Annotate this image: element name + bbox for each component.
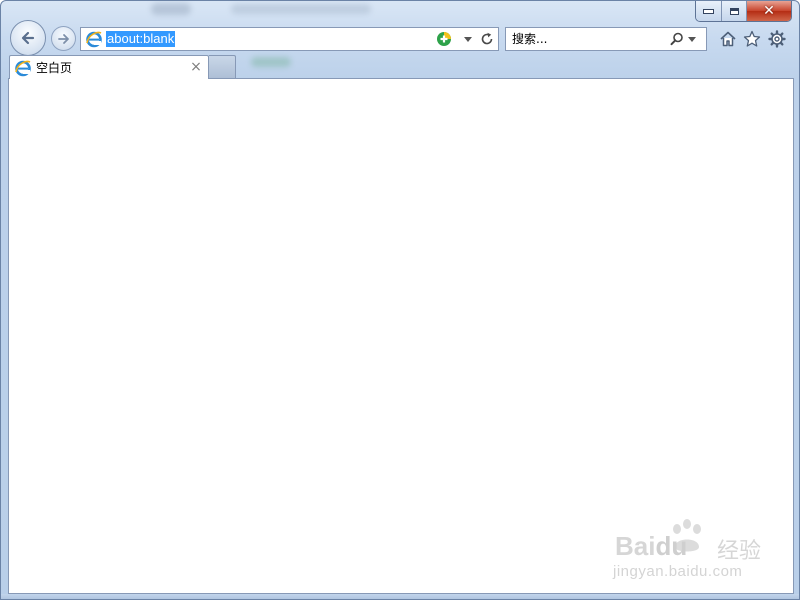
addon-plus-icon[interactable] bbox=[436, 31, 452, 47]
browser-window: ✕ about:blank 搜索... 空白页 × Baidu 经验 jingy… bbox=[0, 0, 800, 600]
restore-icon bbox=[729, 7, 739, 15]
forward-button[interactable] bbox=[51, 26, 76, 51]
search-input[interactable] bbox=[512, 30, 662, 48]
arrow-left-icon bbox=[21, 31, 35, 45]
home-button[interactable] bbox=[719, 30, 737, 48]
tools-button[interactable] bbox=[768, 30, 786, 48]
minimize-button[interactable] bbox=[696, 1, 722, 21]
chevron-down-icon bbox=[464, 36, 472, 42]
background-blur bbox=[251, 57, 291, 67]
close-button[interactable]: ✕ bbox=[747, 1, 791, 21]
watermark-url: jingyan.baidu.com bbox=[613, 563, 743, 580]
watermark-logo: Baidu bbox=[615, 531, 688, 561]
back-button[interactable] bbox=[10, 20, 46, 56]
address-bar-actions bbox=[436, 31, 494, 47]
background-blur bbox=[231, 4, 371, 14]
minimize-icon bbox=[703, 8, 714, 14]
favorites-button[interactable] bbox=[743, 30, 761, 48]
tab-close-button[interactable]: × bbox=[190, 60, 202, 74]
maximize-button[interactable] bbox=[722, 1, 747, 21]
home-icon bbox=[720, 31, 736, 47]
address-input-value[interactable]: about:blank bbox=[106, 31, 176, 47]
tab-blank-page[interactable]: 空白页 × bbox=[9, 55, 209, 79]
window-caption-buttons: ✕ bbox=[695, 1, 792, 22]
chevron-down-icon bbox=[688, 36, 696, 42]
tools-gear-icon bbox=[768, 30, 786, 48]
search-box[interactable] bbox=[505, 27, 707, 51]
watermark-brand: 经验 bbox=[717, 539, 762, 564]
favorites-star-icon bbox=[743, 30, 761, 47]
ie-page-icon bbox=[15, 60, 31, 76]
background-blur bbox=[151, 3, 191, 15]
arrow-right-icon bbox=[57, 33, 69, 44]
new-tab-button[interactable] bbox=[209, 55, 236, 78]
search-provider-dropdown[interactable] bbox=[688, 32, 698, 46]
window-bottom-frame bbox=[1, 594, 799, 599]
address-bar[interactable]: about:blank bbox=[80, 27, 499, 51]
watermark: Baidu 经验 jingyan.baidu.com bbox=[613, 519, 763, 583]
ie-page-icon bbox=[86, 31, 102, 48]
close-icon: ✕ bbox=[763, 3, 775, 19]
page-content[interactable] bbox=[8, 78, 794, 594]
tab-label: 空白页 bbox=[36, 61, 73, 75]
address-dropdown-button[interactable] bbox=[462, 31, 474, 47]
search-icon[interactable] bbox=[670, 32, 684, 46]
refresh-icon[interactable] bbox=[480, 32, 494, 46]
